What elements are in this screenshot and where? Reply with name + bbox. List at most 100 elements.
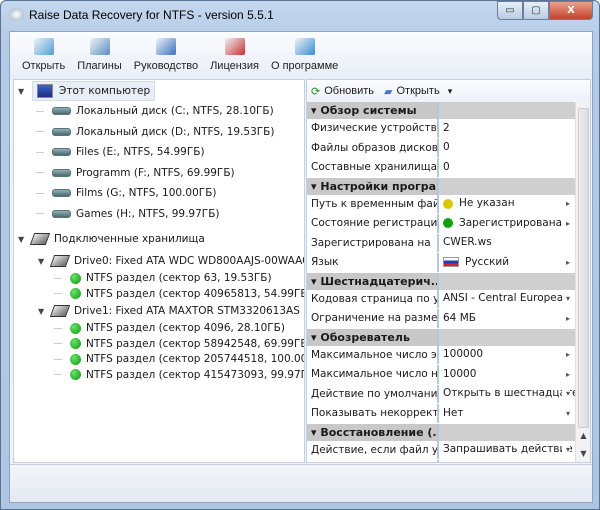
scrollbar-thumb[interactable] xyxy=(578,108,589,428)
tree-line xyxy=(54,293,62,294)
close-button[interactable]: X xyxy=(549,1,593,20)
collapse-icon[interactable]: ▾ xyxy=(311,426,320,439)
property-scrollbar[interactable]: ▲ ▼ xyxy=(575,102,590,462)
property-category[interactable]: ▾ Обозреватель xyxy=(307,328,575,346)
tree-label: Drive0: Fixed ATA WDC WD800AAJS-00WAA0 xyxy=(74,255,305,267)
submenu-arrow-icon[interactable]: ▸ xyxy=(561,194,570,213)
property-category[interactable]: ▾ Настройки програ... xyxy=(307,177,575,195)
tree-line xyxy=(36,110,44,112)
tree-node[interactable]: ▼ Этот компьютер xyxy=(18,81,156,101)
property-value[interactable]: 0 xyxy=(439,158,575,177)
toolbar-label: О программе xyxy=(270,60,339,72)
property-row[interactable]: Максимальное число н... 10000 ▸ xyxy=(307,365,575,385)
more-dropdown-icon[interactable]: ▾ xyxy=(448,86,453,97)
expand-arrow-icon[interactable]: ▼ xyxy=(38,257,46,266)
tree-line xyxy=(54,358,62,360)
property-value-text: Русский xyxy=(465,255,510,268)
collapse-icon[interactable]: ▾ xyxy=(311,275,320,288)
property-row[interactable]: Физические устройства 2 xyxy=(307,119,575,139)
property-value[interactable]: CWER.ws xyxy=(439,234,575,253)
tree-node[interactable]: NTFS раздел (сектор 415473093, 99.97ГБ) xyxy=(54,366,304,384)
property-row[interactable]: Язык Русский ▸ xyxy=(307,253,575,273)
property-value[interactable]: Запрашивать действие ▾ xyxy=(439,440,575,459)
category-name: Настройки програ... xyxy=(320,179,439,193)
property-row[interactable]: Показывать некоррект... Нет ▾ xyxy=(307,404,575,424)
property-value[interactable]: Нет ▾ xyxy=(439,460,575,462)
property-row[interactable]: Зарегистрирована на CWER.ws xyxy=(307,233,575,253)
maximize-button[interactable]: ▢ xyxy=(523,1,549,20)
dropdown-arrow-icon[interactable]: ▾ xyxy=(561,289,570,308)
status-dot-icon xyxy=(443,198,453,209)
submenu-arrow-icon[interactable]: ▸ xyxy=(561,345,570,364)
toolbar-label: Открыть xyxy=(22,60,66,72)
minimize-button[interactable]: ▭ xyxy=(497,1,523,20)
tree-node[interactable]: ▼ Drive0: Fixed ATA WDC WD800AAJS-00WAA0 xyxy=(38,252,305,270)
tree-node[interactable]: Games (H:, NTFS, 99.97ГБ) xyxy=(36,205,220,223)
property-value[interactable]: 2 xyxy=(439,119,575,138)
dropdown-arrow-icon[interactable]: ▾ xyxy=(561,404,570,423)
toolbar-button-1[interactable]: Плагины xyxy=(71,32,128,79)
property-row[interactable]: Записывать конфликты Нет ▾ xyxy=(307,460,575,462)
property-row[interactable]: Путь к временным фай... Не указан ▸ xyxy=(307,194,575,214)
property-row[interactable]: Ограничение на разме... 64 МБ ▸ xyxy=(307,309,575,329)
property-value[interactable]: 0 xyxy=(439,139,575,158)
toolbar-label: Плагины xyxy=(77,60,122,72)
tree-node[interactable]: Films (G:, NTFS, 100.00ГБ) xyxy=(36,184,217,202)
toolbar-label: Лицензия xyxy=(210,60,259,72)
property-value[interactable]: ANSI - Central European ▾ xyxy=(439,289,575,308)
tree-item-computer[interactable]: Этот компьютер xyxy=(32,81,156,101)
scroll-up-icon[interactable]: ▲ xyxy=(576,428,590,444)
tree-node[interactable]: ▼ Подключенные хранилища xyxy=(18,230,205,248)
property-category[interactable]: ▾ Шестнадцатерич... xyxy=(307,272,575,290)
collapse-icon[interactable]: ▾ xyxy=(311,104,320,117)
submenu-arrow-icon[interactable]: ▸ xyxy=(561,214,570,233)
property-row[interactable]: Кодовая страница по у... ANSI - Central E… xyxy=(307,289,575,309)
property-category[interactable]: ▾ Обзор системы xyxy=(307,102,575,119)
property-row[interactable]: Действие по умолчани... Открыть в шестнад… xyxy=(307,384,575,404)
property-value[interactable]: Открыть в шестнадцатеричном▾ xyxy=(439,384,575,403)
property-value[interactable]: 100000 ▸ xyxy=(439,345,575,364)
refresh-button[interactable]: Обновить xyxy=(324,85,374,97)
property-category[interactable]: ▾ Восстановление (... xyxy=(307,423,575,441)
property-value[interactable]: Не указан ▸ xyxy=(439,194,575,213)
property-value[interactable]: 64 МБ ▸ xyxy=(439,309,575,328)
device-tree[interactable]: ▼ Этот компьютер Локальный диск (C:, NTFS,… xyxy=(13,79,305,463)
property-row[interactable]: Составные хранилища 0 xyxy=(307,158,575,178)
tree-node[interactable]: Локальный диск (C:, NTFS, 28.10ГБ) xyxy=(36,102,274,120)
submenu-arrow-icon[interactable]: ▸ xyxy=(561,253,570,272)
tree-node[interactable]: Локальный диск (D:, NTFS, 19.53ГБ) xyxy=(36,123,274,141)
dropdown-arrow-icon[interactable]: ▾ xyxy=(561,384,570,403)
tree-label: NTFS раздел (сектор 63, 19.53ГБ) xyxy=(86,272,272,284)
expand-arrow-icon[interactable]: ▼ xyxy=(18,87,26,96)
tree-node[interactable]: Files (E:, NTFS, 54.99ГБ) xyxy=(36,143,205,161)
collapse-icon[interactable]: ▾ xyxy=(311,331,320,344)
scroll-down-icon[interactable]: ▼ xyxy=(576,446,590,462)
property-row[interactable]: Файлы образов дисков 0 xyxy=(307,138,575,158)
toolbar-button-3[interactable]: Лицензия xyxy=(204,32,265,79)
tree-node[interactable]: NTFS раздел (сектор 40965813, 54.99ГБ) xyxy=(54,285,304,303)
tree-node[interactable]: ▼ Drive1: Fixed ATA MAXTOR STM3320613AS xyxy=(38,302,300,320)
partition-status-icon xyxy=(70,272,81,284)
property-value[interactable]: Нет ▾ xyxy=(439,404,575,423)
toolbar-button-2[interactable]: Руководство xyxy=(128,32,204,79)
toolbar-button-4[interactable]: О программе xyxy=(265,32,344,79)
submenu-arrow-icon[interactable]: ▸ xyxy=(561,309,570,328)
property-row[interactable]: Действие, если файл у... Запрашивать дейс… xyxy=(307,440,575,460)
submenu-arrow-icon[interactable]: ▸ xyxy=(561,365,570,384)
dropdown-arrow-icon[interactable]: ▾ xyxy=(561,460,570,462)
expand-arrow-icon[interactable]: ▼ xyxy=(38,307,46,316)
toolbar-button-0[interactable]: Открыть xyxy=(16,32,71,79)
property-value-text: ANSI - Central European xyxy=(443,292,570,305)
property-row[interactable]: Состояние регистрации Зарегистрирована ▸ xyxy=(307,214,575,234)
property-value-text: Нет xyxy=(443,460,463,462)
expand-arrow-icon[interactable]: ▼ xyxy=(18,235,26,244)
hard-drive-icon xyxy=(49,255,71,267)
property-value[interactable]: 10000 ▸ xyxy=(439,365,575,384)
property-value[interactable]: Зарегистрирована ▸ xyxy=(439,214,575,233)
property-row[interactable]: Максимальное число эл... 100000 ▸ xyxy=(307,345,575,365)
property-value[interactable]: Русский ▸ xyxy=(439,253,575,272)
collapse-icon[interactable]: ▾ xyxy=(311,180,320,193)
tree-node[interactable]: Programm (F:, NTFS, 69.99ГБ) xyxy=(36,164,235,182)
open-button[interactable]: Открыть xyxy=(397,85,440,97)
dropdown-arrow-icon[interactable]: ▾ xyxy=(561,440,570,459)
